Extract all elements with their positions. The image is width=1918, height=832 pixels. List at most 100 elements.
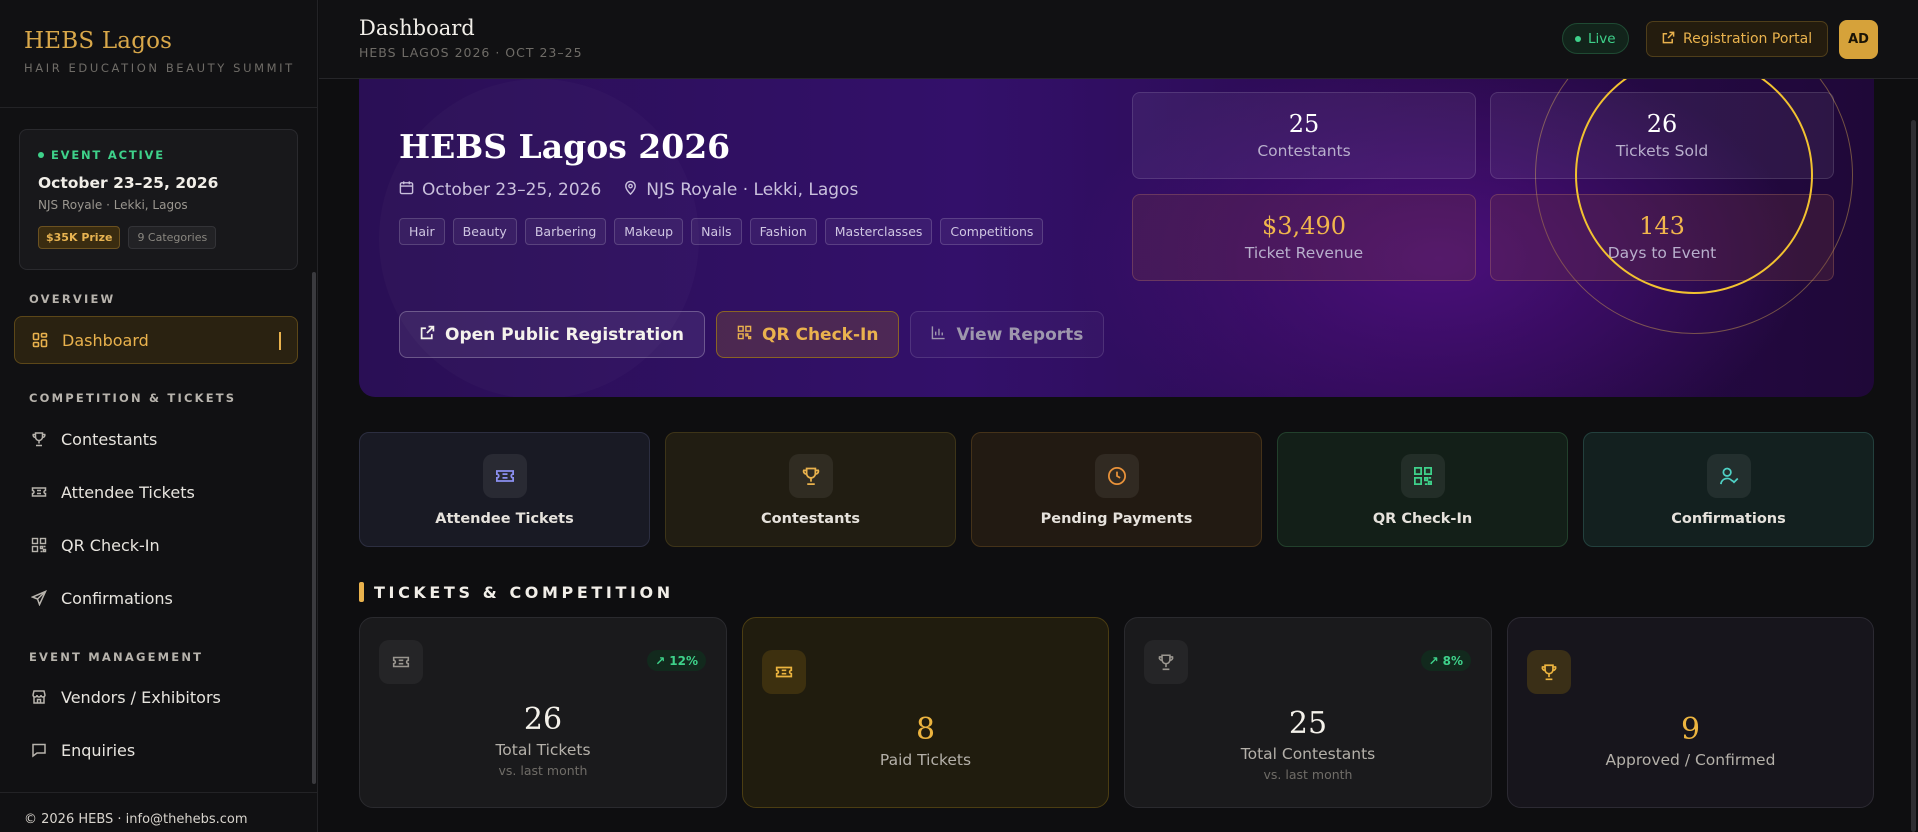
category-tag: Hair [399,218,445,245]
sidebar-item-label: Enquiries [61,740,136,760]
kpi-approved-confirmed: 9 Approved / Confirmed [1507,617,1874,808]
sidebar-item-enquiries[interactable]: Enquiries [14,726,298,774]
quick-action-qr-checkin[interactable]: QR Check-In [1277,432,1568,547]
trend-value: 8% [1442,653,1463,668]
nav-section-competition: COMPETITION & TICKETS [29,391,237,405]
kpi-sublabel: vs. last month [1263,767,1353,782]
kpi-value: 25 [1288,706,1328,741]
registration-portal-button[interactable]: Registration Portal [1646,21,1829,57]
sidebar-item-label: QR Check-In [61,535,160,555]
quick-action-label: Pending Payments [1040,511,1193,527]
quick-action-pending-payments[interactable]: Pending Payments [971,432,1262,547]
divider [0,107,318,108]
page-subtitle: HEBS LAGOS 2026 · OCT 23–25 [359,45,583,60]
brand[interactable]: HEBS Lagos HAIR EDUCATION BEAUTY SUMMIT [24,28,295,75]
trend-badge: ↗ 12% [647,650,706,671]
quick-action-label: Confirmations [1671,511,1786,527]
categories-badge: 9 Categories [128,226,217,249]
sidebar-item-vendors[interactable]: Vendors / Exhibitors [14,673,298,721]
trend-badge: ↗ 8% [1420,650,1471,671]
trophy-icon [1144,640,1188,684]
hero-venue: NJS Royale · Lekki, Lagos [646,180,859,200]
event-card: EVENT ACTIVE October 23–25, 2026 NJS Roy… [19,129,298,270]
kpi-value: 8 [915,712,936,747]
trophy-icon [30,431,47,448]
sidebar-item-label: Vendors / Exhibitors [61,687,221,707]
store-icon [30,689,47,706]
kpi-value: 9 [1680,712,1701,747]
avatar[interactable]: AD [1839,20,1878,59]
nav-section-event-management: EVENT MANAGEMENT [29,650,204,664]
section-heading-label: TICKETS & COMPETITION [374,582,674,602]
user-check-icon [1706,454,1751,498]
section-heading: TICKETS & COMPETITION [359,582,674,602]
sidebar-item-confirmations[interactable]: Confirmations [14,574,298,622]
stat-value: 25 [1288,110,1320,138]
trend-up-icon: ↗ [655,653,666,668]
kpi-value: 26 [523,702,563,737]
bar-chart-icon [931,325,946,345]
event-status: EVENT ACTIVE [38,148,279,162]
trophy-icon [788,454,833,498]
kpi-total-tickets: ↗ 12% 26 Total Tickets vs. last month [359,617,727,808]
trophy-icon [1527,650,1571,694]
view-reports-label: View Reports [956,324,1084,345]
live-dot-icon [1575,35,1581,42]
chat-icon [30,742,47,759]
sidebar-item-label: Dashboard [62,330,149,350]
hero-meta: October 23–25, 2026 NJS Royale · Lekki, … [399,180,858,200]
hero-title: HEBS Lagos 2026 [399,127,731,166]
brand-title: HEBS Lagos [24,28,173,54]
category-tag: Makeup [614,218,684,245]
page-title: Dashboard [359,16,475,40]
quick-action-contestants[interactable]: Contestants [665,432,956,547]
qr-icon [1400,454,1445,498]
kpi-label: Total Tickets [495,741,591,759]
sidebar-footer: © 2026 HEBS · info@thehebs.com [24,812,248,827]
category-tag: Competitions [940,218,1044,245]
sidebar-item-contestants[interactable]: Contestants [14,415,298,463]
location-pin-icon [623,180,638,200]
stat-value: $3,490 [1262,212,1346,240]
sidebar-item-dashboard[interactable]: Dashboard [14,316,298,364]
kpi-label: Paid Tickets [879,751,972,769]
quick-action-attendee-tickets[interactable]: Attendee Tickets [359,432,650,547]
brand-subtitle: HAIR EDUCATION BEAUTY SUMMIT [24,61,295,75]
kpi-label: Total Contestants [1240,745,1376,763]
ticket-icon [762,650,806,694]
event-dates: October 23–25, 2026 [38,174,219,192]
kpi-label: Approved / Confirmed [1605,751,1776,769]
sidebar-item-attendee-tickets[interactable]: Attendee Tickets [14,468,298,516]
event-venue: NJS Royale · Lekki, Lagos [38,198,188,212]
divider [0,792,318,793]
hero-tags: Hair Beauty Barbering Makeup Nails Fashi… [399,218,1044,245]
live-indicator: Live [1562,23,1629,54]
grid-icon [31,332,48,349]
main-scrollbar[interactable] [1911,120,1916,832]
kpi-total-contestants: ↗ 8% 25 Total Contestants vs. last month [1124,617,1492,808]
qr-icon [737,325,752,345]
status-dot-icon [38,152,44,158]
stat-label: Contestants [1257,142,1351,160]
stat-card-ticket-revenue: $3,490 Ticket Revenue [1132,194,1476,281]
topbar: Dashboard HEBS LAGOS 2026 · OCT 23–25 Li… [319,0,1918,79]
quick-action-label: Attendee Tickets [435,511,574,527]
quick-action-label: Contestants [761,511,860,527]
category-tag: Beauty [452,218,517,245]
prize-badge: $35K Prize [38,226,121,249]
trend-value: 12% [669,653,698,668]
nav-section-overview: OVERVIEW [29,292,116,306]
stat-label: Ticket Revenue [1244,244,1364,262]
open-registration-button[interactable]: Open Public Registration [399,311,706,358]
sidebar-item-label: Attendee Tickets [61,482,195,502]
view-reports-button[interactable]: View Reports [910,311,1105,358]
sidebar-item-qr-checkin[interactable]: QR Check-In [14,521,298,569]
trend-up-icon: ↗ [1428,653,1439,668]
qr-icon [30,537,47,554]
quick-action-confirmations[interactable]: Confirmations [1583,432,1874,547]
live-label: Live [1588,30,1616,47]
clock-icon [1094,454,1139,498]
qr-checkin-button[interactable]: QR Check-In [716,311,900,358]
external-link-icon [1662,31,1675,48]
sidebar-scrollbar[interactable] [312,272,316,784]
